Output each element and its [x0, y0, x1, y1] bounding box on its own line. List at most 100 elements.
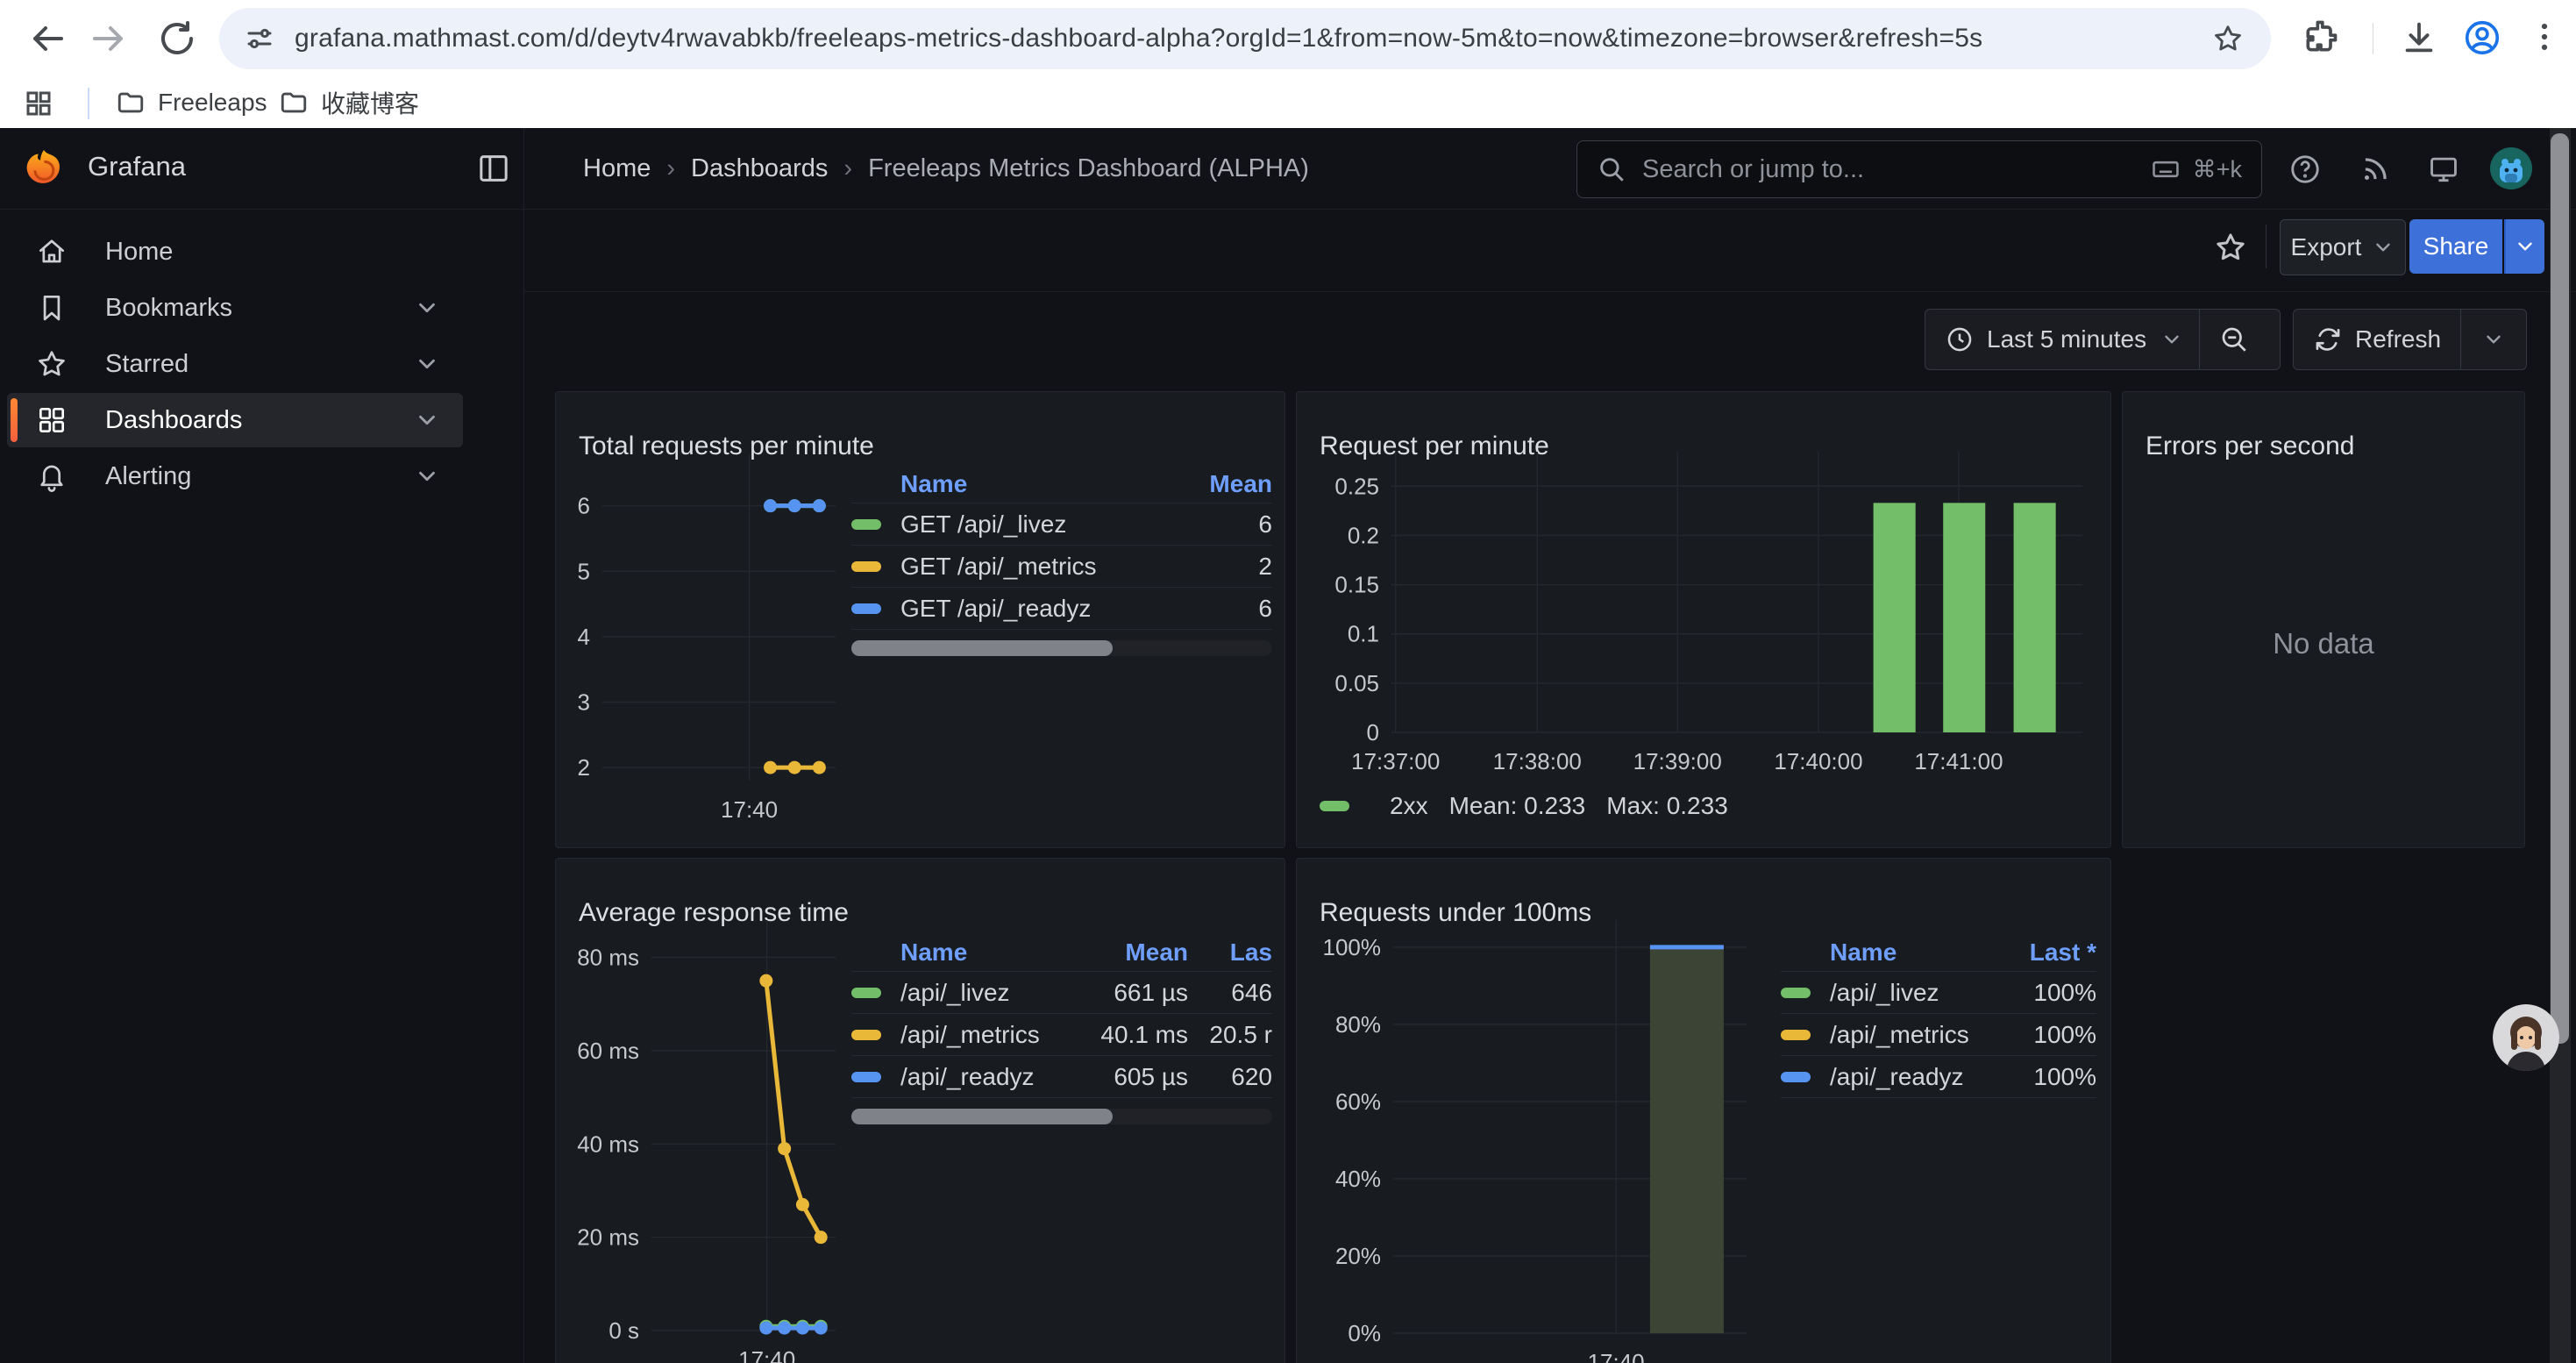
legend-row[interactable]: GET /api/_readyz6: [851, 588, 1272, 630]
legend-row[interactable]: /api/_readyz605 µs620: [851, 1056, 1272, 1098]
rss-icon[interactable]: [2359, 153, 2392, 186]
legend[interactable]: 2xx Mean: 0.233 Max: 0.233: [1320, 792, 1728, 820]
apps-grid-icon[interactable]: [23, 88, 54, 119]
legend-scrollbar[interactable]: [851, 640, 1272, 656]
keyboard-icon: [2151, 154, 2181, 184]
svg-text:17:40: 17:40: [721, 796, 778, 823]
floating-assistant-avatar[interactable]: [2493, 1004, 2559, 1071]
chevron-down-icon: [2482, 328, 2505, 351]
search-placeholder: Search or jump to...: [1642, 155, 2151, 184]
share-menu-button[interactable]: [2504, 219, 2544, 274]
extensions-icon[interactable]: [2302, 18, 2344, 60]
svg-text:6: 6: [578, 493, 590, 519]
legend-column-header[interactable]: Name: [1781, 938, 1991, 967]
back-icon[interactable]: [26, 18, 68, 60]
user-avatar[interactable]: [2490, 147, 2532, 189]
legend-column-header[interactable]: Mean: [1193, 470, 1272, 498]
series-name: /api/_readyz: [900, 1063, 1057, 1091]
legend-row[interactable]: GET /api/_metrics2: [851, 546, 1272, 588]
star-dashboard-icon[interactable]: [2213, 230, 2248, 265]
page-scrollbar-thumb[interactable]: [2551, 133, 2569, 1044]
series-color-pill: [851, 561, 881, 572]
legend-scrollbar[interactable]: [851, 1109, 1272, 1124]
sidebar-item-dashboards[interactable]: Dashboards: [7, 393, 463, 447]
bar-fill-chart[interactable]: 100%80%60%40%20%0%17:40: [1311, 908, 1767, 1363]
series-value: 2: [1193, 553, 1272, 581]
sidebar-item-bookmarks[interactable]: Bookmarks: [7, 281, 463, 335]
series-color-pill: [1781, 988, 1811, 998]
refresh-icon: [2313, 325, 2343, 354]
site-info-icon[interactable]: [244, 23, 275, 54]
chevron-down-icon: [2372, 236, 2395, 259]
forward-icon[interactable]: [88, 18, 130, 60]
panel-title[interactable]: Errors per second: [2145, 432, 2354, 461]
svg-text:5: 5: [578, 558, 590, 584]
chart-canvas: 6543217:40: [571, 441, 850, 831]
breadcrumb-home[interactable]: Home: [583, 154, 651, 183]
series-name: GET /api/_readyz: [900, 595, 1193, 623]
legend-column-header[interactable]: Name: [851, 470, 1193, 498]
series-mean: Mean: 0.233: [1449, 792, 1586, 820]
series-value: 100%: [1991, 1063, 2096, 1091]
share-button[interactable]: Share: [2409, 219, 2502, 274]
search-icon: [1597, 154, 1626, 184]
url-bar[interactable]: grafana.mathmast.com/d/deytv4rwavabkb/fr…: [219, 8, 2271, 69]
panel-request-per-minute: Request per minute 0.250.20.150.10.05017…: [1296, 391, 2111, 848]
folder-icon: [279, 88, 309, 118]
profile-icon[interactable]: [2462, 18, 2504, 60]
legend-row[interactable]: GET /api/_livez6: [851, 503, 1272, 546]
breadcrumb-current: Freeleaps Metrics Dashboard (ALPHA): [868, 154, 1309, 183]
series-value: 40.1 ms: [1057, 1021, 1188, 1049]
svg-text:0.05: 0.05: [1334, 670, 1379, 696]
browser-toolbar: grafana.mathmast.com/d/deytv4rwavabkb/fr…: [0, 0, 2576, 77]
legend-row[interactable]: /api/_metrics100%: [1781, 1014, 2096, 1056]
chart-canvas: 0.250.20.150.10.05017:37:0017:38:0017:39…: [1311, 441, 2096, 781]
panel-toggle-icon[interactable]: [476, 151, 511, 186]
brand-name[interactable]: Grafana: [88, 151, 186, 182]
svg-text:0.1: 0.1: [1348, 621, 1379, 647]
time-range-picker[interactable]: Last 5 minutes: [1987, 325, 2146, 353]
legend-row[interactable]: /api/_metrics40.1 ms20.5 r: [851, 1014, 1272, 1056]
monitor-icon[interactable]: [2427, 153, 2460, 186]
series-max: Max: 0.233: [1606, 792, 1728, 820]
chart-canvas: 80 ms60 ms40 ms20 ms0 s17:40: [571, 908, 850, 1363]
header-border: [0, 209, 2576, 210]
sidebar-item-alerting[interactable]: Alerting: [7, 449, 463, 503]
timeseries-chart[interactable]: 80 ms60 ms40 ms20 ms0 s17:40: [571, 908, 850, 1363]
bookmark-item-freeleaps[interactable]: Freeleaps: [116, 84, 267, 121]
legend-table: NameMeanLas/api/_livez661 µs646/api/_met…: [851, 934, 1272, 1124]
series-value: 646: [1188, 979, 1272, 1007]
bookmarks-bar: Freeleaps 收藏博客: [0, 77, 2576, 129]
legend-column-header[interactable]: Mean: [1057, 938, 1188, 967]
legend-row[interactable]: /api/_livez661 µs646: [851, 972, 1272, 1014]
breadcrumb-dashboards[interactable]: Dashboards: [691, 154, 828, 183]
legend-row[interactable]: /api/_readyz100%: [1781, 1056, 2096, 1098]
svg-text:17:39:00: 17:39:00: [1633, 748, 1722, 774]
search-input[interactable]: Search or jump to... ⌘+k: [1576, 140, 2262, 198]
legend-row[interactable]: /api/_livez100%: [1781, 972, 2096, 1014]
bar-chart[interactable]: 0.250.20.150.10.05017:37:0017:38:0017:39…: [1311, 441, 2096, 781]
svg-text:40%: 40%: [1335, 1166, 1381, 1192]
timeseries-chart[interactable]: 6543217:40: [571, 441, 850, 831]
menu-icon[interactable]: [2525, 18, 2567, 60]
refresh-interval-dropdown[interactable]: [2461, 328, 2526, 351]
bookmark-item-blogs[interactable]: 收藏博客: [279, 84, 419, 121]
export-button[interactable]: Export: [2280, 219, 2406, 275]
legend-column-header[interactable]: Las: [1188, 938, 1272, 967]
help-icon[interactable]: [2288, 153, 2322, 186]
legend-column-header[interactable]: Last *: [1991, 938, 2096, 967]
svg-text:20 ms: 20 ms: [577, 1224, 639, 1251]
sidebar-item-home[interactable]: Home: [7, 225, 463, 279]
refresh-button[interactable]: Refresh: [2355, 325, 2441, 353]
zoom-out-icon[interactable]: [2200, 324, 2268, 355]
sidebar-item-starred[interactable]: Starred: [7, 337, 463, 391]
bookmark-star-icon[interactable]: [2211, 22, 2245, 55]
legend-column-header[interactable]: Name: [851, 938, 1057, 967]
svg-text:80 ms: 80 ms: [577, 945, 639, 971]
download-icon[interactable]: [2399, 18, 2441, 60]
reload-icon[interactable]: [156, 18, 198, 60]
grafana-logo[interactable]: [23, 147, 65, 189]
grafana-app: Grafana Home › Dashboards › Freeleaps Me…: [0, 128, 2576, 1363]
series-color-pill: [1320, 801, 1349, 811]
chart-canvas: 100%80%60%40%20%0%17:40: [1311, 908, 1767, 1363]
